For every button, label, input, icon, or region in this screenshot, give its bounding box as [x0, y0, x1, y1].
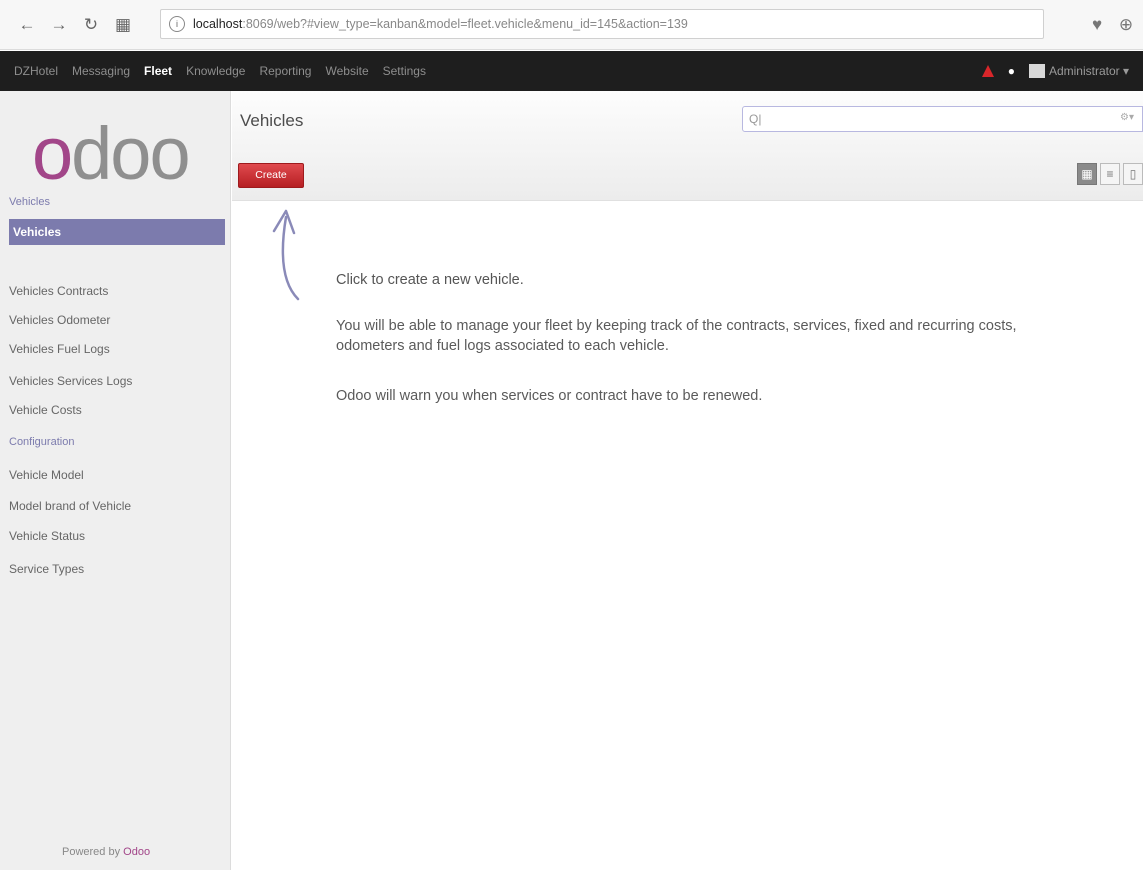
top-navigation: DZHotel Messaging Fleet Knowledge Reporting W… [0, 51, 1143, 91]
powered-prefix: Powered by [62, 846, 124, 858]
topnav-item-website[interactable]: Website [325, 64, 368, 78]
browser-toolbar: ← → ↻ ▦ i localhost:8069/web?#view_type=… [0, 0, 1143, 50]
topnav-item-messaging[interactable]: Messaging [72, 64, 130, 78]
view-switcher: ▦ ≡ ▯ [1077, 163, 1143, 185]
odoo-logo[interactable]: odoo [32, 117, 191, 191]
sidebar-item-vehicle-model[interactable]: Vehicle Model [9, 468, 84, 482]
logo-rest: doo [71, 112, 190, 195]
topnav-item-dzhotel[interactable]: DZHotel [14, 64, 58, 78]
powered-by: Powered by Odoo [62, 846, 150, 858]
sidebar-item-vehicle-costs[interactable]: Vehicle Costs [9, 403, 82, 417]
powered-brand-link[interactable]: Odoo [123, 846, 150, 858]
chat-icon[interactable]: ● [1008, 64, 1015, 78]
sidebar-item-vehicles-odometer[interactable]: Vehicles Odometer [9, 313, 110, 327]
top-right-controls: ● Administrator ▾ [981, 51, 1129, 91]
sidebar-item-service-types[interactable]: Service Types [9, 562, 84, 576]
list-view-icon[interactable]: ≡ [1100, 163, 1120, 185]
arrow-icon [272, 209, 300, 301]
address-bar[interactable]: i localhost:8069/web?#view_type=kanban&m… [160, 9, 1044, 39]
create-button[interactable]: Create [238, 163, 304, 188]
main-content: Vehicles Create Q| ⚙▾ ▦ ≡ ▯ Click to cre… [232, 91, 1143, 870]
url-host: localhost [193, 17, 243, 31]
help-lead: Click to create a new vehicle. [336, 272, 524, 288]
back-icon[interactable]: ← [14, 12, 40, 38]
topnav-item-fleet[interactable]: Fleet [144, 64, 172, 78]
help-paragraph-2: Odoo will warn you when services or cont… [336, 388, 763, 404]
apps-grid-icon[interactable]: ▦ [110, 12, 136, 38]
section-heading-vehicles: Vehicles [9, 196, 50, 208]
topnav-item-reporting[interactable]: Reporting [259, 64, 311, 78]
avatar [1028, 64, 1045, 78]
download-icon[interactable]: ⊕ [1113, 12, 1139, 38]
sidebar-item-vehicles-fuel-logs[interactable]: Vehicles Fuel Logs [9, 342, 110, 356]
top-menu: DZHotel Messaging Fleet Knowledge Reporting W… [0, 64, 440, 78]
topnav-item-knowledge[interactable]: Knowledge [186, 64, 245, 78]
page-title: Vehicles [240, 111, 304, 130]
sidebar: odoo Vehicles Vehicles Vehicles Contract… [0, 91, 231, 870]
section-heading-configuration: Configuration [9, 436, 75, 448]
alert-icon[interactable] [981, 65, 994, 77]
help-paragraph-1: You will be able to manage your fleet by… [336, 318, 1017, 354]
kanban-view-icon[interactable]: ▦ [1077, 163, 1097, 185]
user-menu[interactable]: Administrator ▾ [1028, 64, 1129, 78]
sidebar-item-vehicle-status[interactable]: Vehicle Status [9, 529, 85, 543]
form-view-icon[interactable]: ▯ [1123, 163, 1143, 185]
sidebar-item-vehicles[interactable]: Vehicles [9, 219, 225, 245]
user-name: Administrator ▾ [1048, 64, 1129, 78]
logo-letter: o [32, 112, 73, 195]
search-placeholder: Q| [749, 112, 762, 126]
site-info-icon[interactable]: i [169, 16, 185, 32]
sidebar-item-vehicles-services-logs[interactable]: Vehicles Services Logs [9, 374, 132, 388]
sidebar-item-model-brand[interactable]: Model brand of Vehicle [9, 499, 131, 513]
control-panel: Vehicles Create Q| ⚙▾ ▦ ≡ ▯ [232, 91, 1143, 201]
search-options-icon[interactable]: ⚙▾ [1120, 112, 1134, 123]
sidebar-item-vehicles-contracts[interactable]: Vehicles Contracts [9, 284, 108, 298]
search-input[interactable]: Q| ⚙▾ [742, 106, 1143, 132]
topnav-item-settings[interactable]: Settings [383, 64, 426, 78]
url-path: :8069/web?#view_type=kanban&model=fleet.… [242, 17, 688, 31]
reload-icon[interactable]: ↻ [78, 12, 104, 38]
heart-icon[interactable]: ♥ [1084, 12, 1110, 38]
forward-icon[interactable]: → [46, 12, 72, 38]
